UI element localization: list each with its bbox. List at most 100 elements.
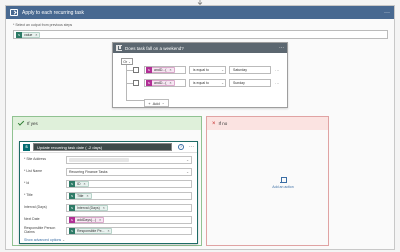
title-row: * Title S Title × — [24, 191, 192, 200]
chevron-down-icon: ⌄ — [161, 101, 165, 105]
id-row: * Id S ID × — [24, 179, 192, 188]
interval-token[interactable]: S Interval (Days) × — [69, 204, 108, 211]
if-yes-header[interactable]: If yes — [13, 117, 201, 130]
condition-row: fx andD...( × is equal to ⌄ Sunday ··· — [133, 79, 280, 87]
site-address-dropdown[interactable]: ⌄ — [66, 155, 192, 164]
title-label: * Title — [24, 192, 33, 197]
update-item-header: S Update recurring task date ( -2 days) … — [20, 142, 197, 153]
id-field[interactable]: S ID × — [66, 179, 192, 188]
flow-canvas: Apply to each recurring task ··· * Selec… — [0, 0, 400, 252]
remove-token-icon[interactable]: × — [84, 182, 86, 186]
condition-card: Does task fall on a weekend? ··· Or ⌄ fx… — [112, 42, 288, 108]
row-checkbox[interactable] — [133, 67, 139, 73]
responsible-row: Responsible Person Claims S Responsible … — [24, 226, 192, 235]
row-more-menu-icon[interactable]: ··· — [275, 68, 280, 73]
plus-icon: + — [148, 100, 151, 106]
condition-more-menu-icon[interactable]: ··· — [279, 45, 284, 51]
condition-header[interactable]: Does task fall on a weekend? ··· — [113, 43, 287, 53]
remove-token-icon[interactable]: × — [107, 229, 109, 233]
if-no-header[interactable]: × If no — [207, 117, 328, 130]
right-operand-field[interactable]: Sunday — [229, 79, 271, 87]
next-date-token-label: addDays(...) — [77, 217, 97, 222]
row-checkbox[interactable] — [133, 80, 139, 86]
expression-token[interactable]: fx andD...( × — [146, 67, 175, 73]
right-operand-field[interactable]: Saturday — [229, 66, 271, 74]
tree-line — [126, 70, 133, 71]
next-date-field[interactable]: fx addDays(...) × — [66, 215, 192, 224]
remove-token-icon[interactable]: × — [35, 33, 37, 37]
remove-token-icon[interactable]: × — [169, 68, 171, 72]
title-token-label: Title — [77, 193, 84, 198]
list-name-dropdown[interactable]: Recurring Finance Tasks ⌄ — [66, 167, 192, 176]
chevron-down-icon: ⌄ — [186, 169, 189, 174]
tree-line — [126, 100, 144, 101]
tree-line — [126, 83, 133, 84]
expression-token-label: andD...( — [154, 81, 167, 85]
close-icon: × — [212, 120, 216, 127]
remove-token-icon[interactable]: × — [169, 81, 171, 85]
chevron-down-icon: ⌄ — [186, 157, 189, 162]
loop-icon — [10, 9, 18, 16]
list-name-row: * List Name Recurring Finance Tasks ⌄ — [24, 167, 192, 176]
sharepoint-icon: S — [23, 143, 30, 151]
operator-dropdown[interactable]: is equal to ⌄ — [189, 66, 226, 74]
responsible-field[interactable]: S Responsible Pe... × — [66, 226, 192, 235]
chevron-down-icon: ⌄ — [221, 68, 224, 72]
id-label: * Id — [24, 180, 30, 185]
remove-token-icon[interactable]: × — [86, 194, 88, 198]
list-name-value: Recurring Finance Tasks — [69, 169, 108, 174]
title-token[interactable]: S Title × — [69, 192, 92, 199]
right-operand-value: Sunday — [233, 81, 245, 85]
operator-label: is equal to — [193, 68, 209, 72]
remove-token-icon[interactable]: × — [103, 206, 105, 210]
interval-token-label: Interval (Days) — [77, 205, 100, 210]
responsible-token[interactable]: S Responsible Pe... × — [69, 227, 113, 234]
apply-to-each-title: Apply to each recurring task — [22, 9, 84, 16]
help-icon[interactable]: ? — [178, 144, 184, 150]
id-token[interactable]: S ID × — [69, 180, 89, 187]
apply-more-menu-icon[interactable]: ··· — [384, 10, 390, 16]
responsible-token-label: Responsible Pe... — [77, 228, 105, 233]
row-more-menu-icon[interactable]: ··· — [275, 81, 280, 86]
select-output-field[interactable]: S value × — [13, 30, 388, 39]
sharepoint-icon: S — [69, 192, 75, 199]
operator-dropdown[interactable]: is equal to ⌄ — [189, 79, 226, 87]
remove-token-icon[interactable]: × — [99, 218, 101, 222]
id-token-label: ID — [77, 181, 81, 186]
update-item-title-input[interactable]: Update recurring task date ( -2 days) — [33, 143, 172, 151]
condition-icon — [116, 45, 122, 51]
interval-row: Interval (Days) S Interval (Days) × — [24, 203, 192, 212]
title-field[interactable]: S Title × — [66, 191, 192, 200]
group-operator-label: Or — [123, 59, 128, 64]
right-operand-value: Saturday — [233, 68, 248, 72]
next-date-row: Next Date fx addDays(...) × — [24, 215, 192, 224]
if-yes-title: If yes — [27, 121, 38, 126]
expression-token[interactable]: fx andD...( × — [146, 80, 175, 86]
if-no-title: If no — [218, 121, 228, 126]
site-address-row: * Site Address ⌄ — [24, 155, 192, 164]
update-item-card: S Update recurring task date ( -2 days) … — [19, 141, 198, 244]
left-operand-field[interactable]: fx andD...( × — [144, 66, 186, 74]
condition-title: Does task fall on a weekend? — [125, 45, 184, 51]
add-condition-label: Add — [152, 100, 160, 106]
chevron-down-icon: ⌄ — [62, 238, 66, 242]
sharepoint-icon: S — [69, 204, 75, 211]
next-date-token[interactable]: fx addDays(...) × — [69, 216, 105, 223]
show-advanced-options-link[interactable]: Show advanced options ⌄ — [24, 238, 65, 242]
sharepoint-icon: S — [69, 180, 75, 187]
chevron-down-icon: ⌄ — [128, 59, 131, 64]
condition-row: fx andD...( × is equal to ⌄ Saturday ··· — [133, 66, 280, 74]
value-token[interactable]: S value × — [16, 31, 41, 38]
add-action-button[interactable]: Add an action — [262, 177, 304, 189]
add-condition-button[interactable]: + Add ⌄ — [144, 99, 169, 107]
fx-icon: fx — [69, 216, 75, 223]
sharepoint-icon: S — [69, 227, 75, 234]
group-operator-dropdown[interactable]: Or ⌄ — [121, 58, 133, 65]
apply-to-each-header[interactable]: Apply to each recurring task ··· — [6, 6, 394, 19]
check-icon — [17, 119, 25, 126]
left-operand-field[interactable]: fx andD...( × — [144, 79, 186, 87]
list-name-label: * List Name — [24, 168, 43, 173]
interval-field[interactable]: S Interval (Days) × — [66, 203, 192, 212]
update-more-menu-icon[interactable]: ··· — [189, 144, 194, 150]
expression-token-label: andD...( — [154, 68, 167, 72]
